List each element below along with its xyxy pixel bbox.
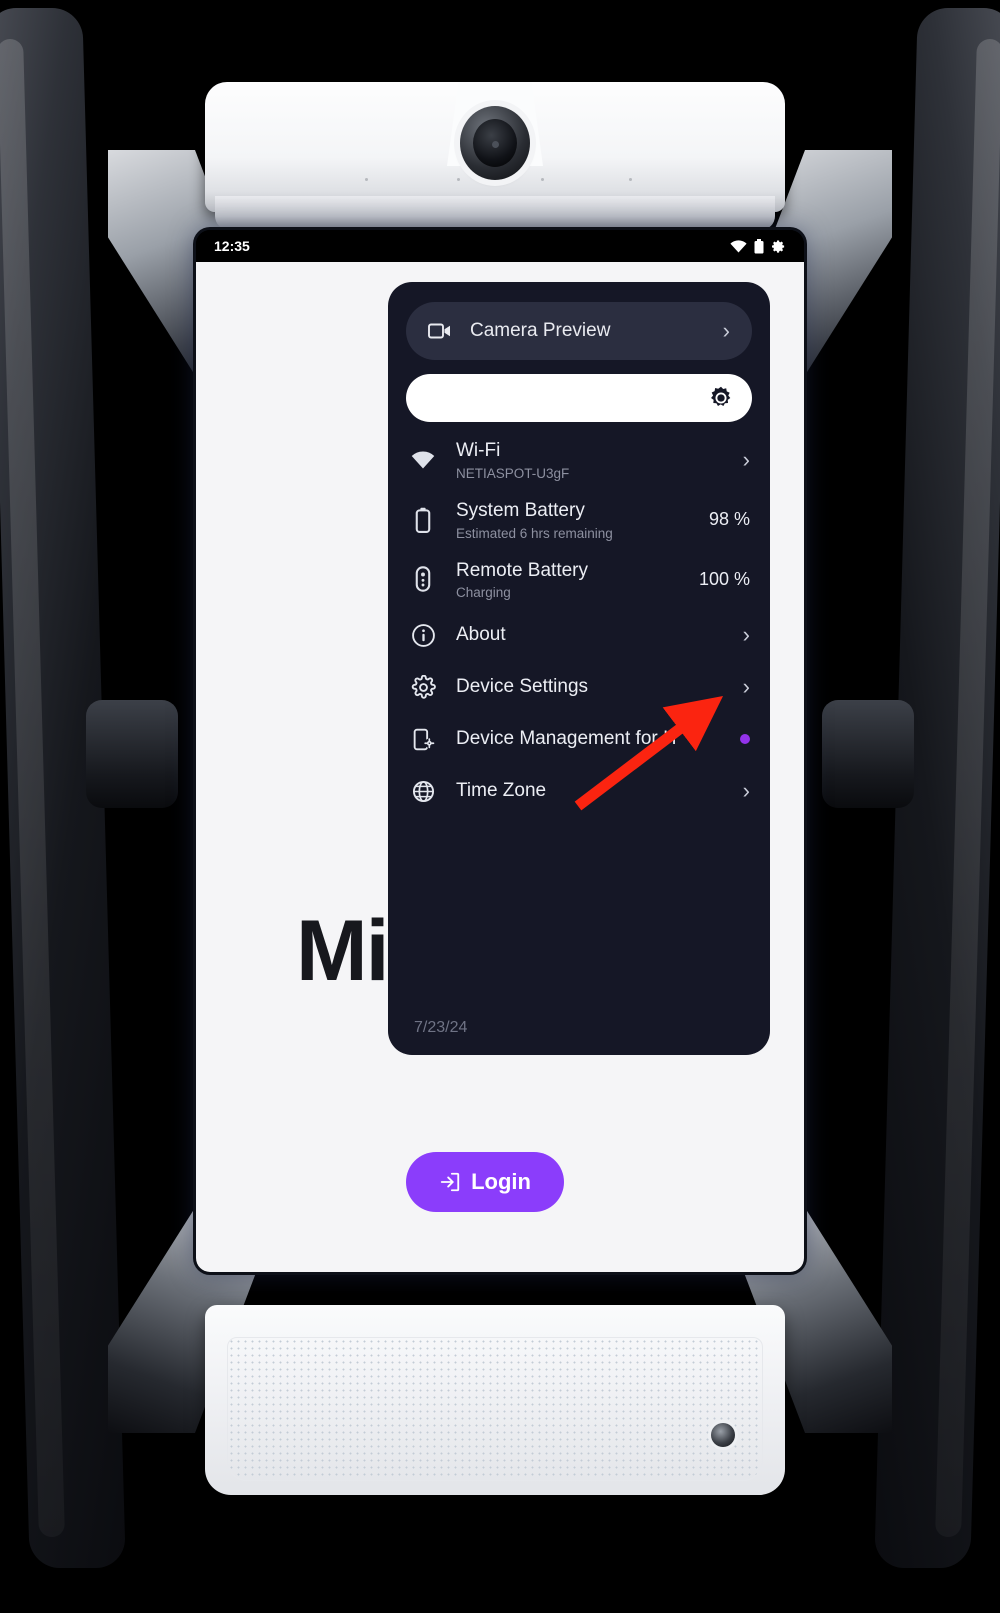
battery-icon [754, 238, 764, 253]
settings-row-system-battery[interactable]: System Battery Estimated 6 hrs remaining… [388, 490, 770, 550]
audio-port-icon [711, 1423, 735, 1447]
camera-lens-icon [460, 106, 530, 180]
camera-preview-label: Camera Preview [470, 320, 611, 341]
login-button-label: Login [471, 1169, 531, 1194]
status-bar: 12:35 [196, 230, 804, 262]
tablet-screen: 12:35 Mi Login Camera Preview › Wi-Fi NE… [196, 230, 804, 1272]
settings-row-wifi[interactable]: Wi-Fi NETIASPOT-U3gF › [388, 430, 770, 490]
settings-row-title: Time Zone [456, 780, 547, 802]
login-arrow-icon [440, 1172, 460, 1192]
screenshot-root: 12:35 Mi Login Camera Preview › Wi-Fi NE… [0, 0, 1000, 1613]
brightness-sun-icon [711, 386, 731, 407]
info-icon [410, 623, 436, 648]
device-management-icon [410, 727, 436, 752]
settings-row-title: Wi-Fi [456, 440, 501, 461]
settings-row-text: About [456, 623, 723, 647]
status-bar-time: 12:35 [214, 238, 250, 254]
microphone-dot [541, 178, 544, 181]
camera-preview-button[interactable]: Camera Preview › [406, 302, 752, 360]
gear-icon [772, 239, 785, 253]
chevron-right-icon: › [742, 674, 750, 700]
settings-row-device-settings[interactable]: Device Settings › [388, 661, 770, 713]
settings-row-text: Device Management for IT [456, 727, 720, 751]
video-camera-icon [428, 323, 450, 339]
settings-row-title: Remote Battery [456, 559, 588, 581]
speaker-base [205, 1305, 785, 1495]
settings-row-subtitle: NETIASPOT-U3gF [456, 465, 570, 481]
settings-list: Wi-Fi NETIASPOT-U3gF › System Battery Es… [388, 422, 770, 817]
notification-dot-badge [740, 734, 750, 745]
settings-row-about[interactable]: About › [388, 609, 770, 661]
settings-row-text: Remote Battery Charging [456, 559, 679, 601]
settings-row-text: Wi-Fi NETIASPOT-U3gF [456, 439, 723, 481]
chevron-right-icon: › [742, 622, 750, 648]
chevron-right-icon: › [742, 446, 750, 472]
camera-base [215, 196, 775, 230]
microphone-dot [365, 178, 368, 181]
panel-date: 7/23/24 [414, 1019, 468, 1036]
settings-row-text: Device Settings [456, 675, 723, 699]
settings-panel: Camera Preview › Wi-Fi NETIASPOT-U3gF › … [388, 282, 770, 1055]
remote-battery-value: 100 % [698, 568, 750, 589]
wifi-icon [730, 239, 747, 252]
login-button[interactable]: Login [406, 1152, 564, 1212]
status-bar-icons [730, 238, 786, 254]
camera-lens-inner [473, 119, 517, 167]
settings-row-remote-battery[interactable]: Remote Battery Charging 100 % [388, 550, 770, 610]
settings-row-subtitle: Charging [456, 585, 511, 601]
remote-icon [410, 566, 436, 593]
settings-row-text: Time Zone [456, 779, 723, 803]
wifi-icon [410, 451, 436, 469]
settings-row-time-zone[interactable]: Time Zone › [388, 765, 770, 817]
system-battery-value: 98 % [708, 509, 750, 530]
settings-row-title: Device Management for IT [456, 728, 680, 750]
settings-row-title: System Battery [456, 499, 585, 521]
rail-highlight-right [935, 39, 1000, 1537]
camera-housing [205, 82, 785, 212]
settings-row-title: Device Settings [456, 676, 589, 698]
robot-pivot-right [822, 700, 914, 808]
microphone-dot [629, 178, 632, 181]
settings-row-subtitle: Estimated 6 hrs remaining [456, 525, 613, 541]
robot-pivot-left [86, 700, 178, 808]
rail-highlight-left [0, 39, 65, 1537]
globe-icon [410, 779, 436, 804]
chevron-right-icon: › [722, 318, 730, 343]
speaker-grille-icon [227, 1337, 763, 1481]
brightness-slider[interactable] [406, 374, 752, 422]
settings-row-text: System Battery Estimated 6 hrs remaining [456, 499, 689, 541]
gear-icon [410, 674, 436, 700]
home-screen: Mi Login Camera Preview › Wi-Fi NETIASPO… [196, 262, 804, 1272]
battery-icon [410, 507, 436, 533]
microphone-dot [457, 178, 460, 181]
brand-title: Mi [296, 903, 390, 999]
settings-row-title: About [456, 624, 506, 646]
settings-row-device-management[interactable]: Device Management for IT [388, 713, 770, 765]
chevron-right-icon: › [742, 778, 750, 804]
